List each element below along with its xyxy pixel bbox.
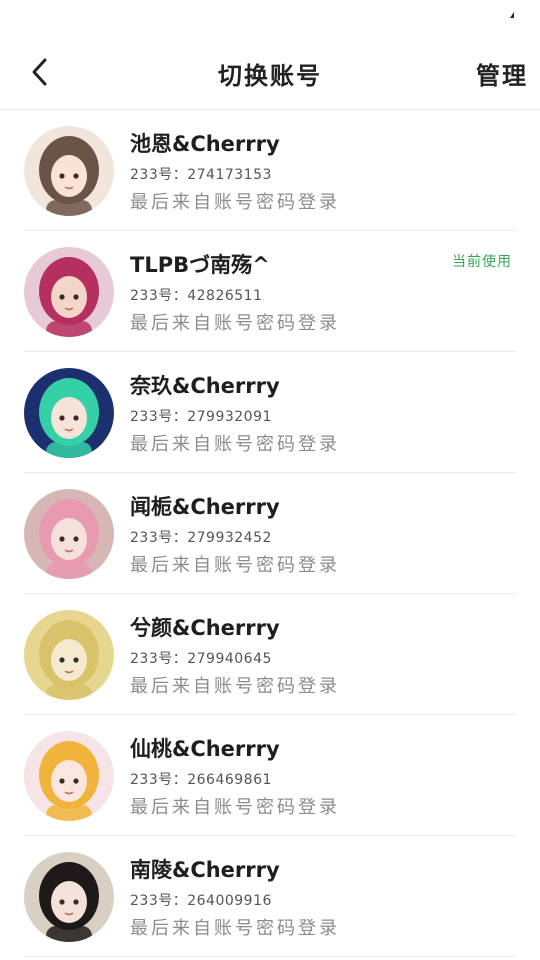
login-hint: 最后来自账号密码登录 [130, 192, 340, 213]
avatar-portrait [24, 368, 114, 458]
signal-icon [510, 12, 514, 18]
avatar [24, 852, 114, 942]
account-id: 233号：264009916 [130, 893, 272, 909]
avatar-portrait [24, 731, 114, 821]
page-title: 切换账号 [218, 62, 322, 90]
account-name: 兮颜&Cherrry [130, 616, 280, 640]
avatar-portrait [24, 489, 114, 579]
login-hint: 最后来自账号密码登录 [130, 434, 340, 455]
account-name: 闻栀&Cherrry [130, 495, 280, 519]
account-item[interactable]: 南陵&Cherrry 233号：264009916 最后来自账号密码登录 [24, 836, 516, 957]
account-id: 233号：42826511 [130, 288, 263, 304]
account-name: 仙桃&Cherrry [130, 737, 280, 761]
current-account-badge: 当前使用 [452, 254, 512, 270]
account-id: 233号：279932452 [130, 530, 272, 546]
account-item[interactable]: 仙桃&Cherrry 233号：266469861 最后来自账号密码登录 [24, 715, 516, 836]
login-hint: 最后来自账号密码登录 [130, 555, 340, 576]
account-list: 池恩&Cherrry 233号：274173153 最后来自账号密码登录 TLP… [0, 110, 540, 957]
avatar [24, 489, 114, 579]
avatar [24, 126, 114, 216]
account-id: 233号：266469861 [130, 772, 272, 788]
account-item[interactable]: 池恩&Cherrry 233号：274173153 最后来自账号密码登录 [24, 110, 516, 231]
avatar-portrait [24, 610, 114, 700]
navigation-bar: 切换账号 管理 [0, 34, 540, 110]
avatar [24, 368, 114, 458]
avatar-portrait [24, 247, 114, 337]
status-bar [0, 0, 540, 34]
manage-button[interactable]: 管理 [476, 56, 528, 91]
avatar-portrait [24, 126, 114, 216]
login-hint: 最后来自账号密码登录 [130, 313, 340, 334]
account-name: 奈玖&Cherrry [130, 374, 280, 398]
account-item[interactable]: 兮颜&Cherrry 233号：279940645 最后来自账号密码登录 [24, 594, 516, 715]
avatar [24, 247, 114, 337]
account-name: 南陵&Cherrry [130, 858, 280, 882]
avatar [24, 731, 114, 821]
account-item[interactable]: 闻栀&Cherrry 233号：279932452 最后来自账号密码登录 [24, 473, 516, 594]
avatar [24, 610, 114, 700]
account-id: 233号：279932091 [130, 409, 272, 425]
avatar-portrait [24, 852, 114, 942]
account-id: 233号：279940645 [130, 651, 272, 667]
login-hint: 最后来自账号密码登录 [130, 676, 340, 697]
account-item[interactable]: TLPBづ南殇^ 233号：42826511 最后来自账号密码登录 当前使用 [24, 231, 516, 352]
account-id: 233号：274173153 [130, 167, 272, 183]
login-hint: 最后来自账号密码登录 [130, 797, 340, 818]
account-name: 池恩&Cherrry [130, 132, 280, 156]
account-name: TLPBづ南殇^ [130, 253, 270, 277]
login-hint: 最后来自账号密码登录 [130, 918, 340, 939]
account-item[interactable]: 奈玖&Cherrry 233号：279932091 最后来自账号密码登录 [24, 352, 516, 473]
